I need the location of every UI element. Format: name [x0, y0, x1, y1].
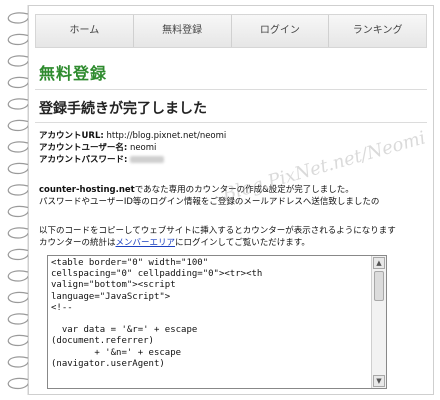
spiral-ring [7, 291, 29, 304]
spiral-ring [7, 119, 29, 132]
account-url-row: アカウントURL: http://blog.pixnet.net/neomi [39, 130, 226, 142]
nav-item-login[interactable]: ログイン [232, 15, 330, 47]
account-info: アカウントURL: http://blog.pixnet.net/neomi ア… [39, 130, 226, 166]
code-scrollbar[interactable]: ▲ ▼ [371, 256, 386, 388]
scroll-down-arrow-icon[interactable]: ▼ [373, 375, 385, 387]
spiral-binding [7, 5, 29, 395]
account-user-row: アカウントユーザー名: neomi [39, 142, 226, 154]
completion-heading: 登録手続きが完了しました [39, 101, 207, 117]
nav-item-home[interactable]: ホーム [36, 15, 134, 47]
nav-item-ranking[interactable]: ランキング [329, 15, 426, 47]
page-title: 無料登録 [39, 64, 108, 83]
account-password-row: アカウントパスワード: [39, 154, 226, 166]
account-url-value: http://blog.pixnet.net/neomi [106, 131, 227, 141]
spiral-ring [7, 227, 29, 239]
spiral-ring [7, 162, 29, 175]
instruction-line2-after: にログインしてご覧いただけます。 [175, 238, 310, 248]
spiral-ring [7, 334, 29, 347]
spiral-ring [7, 313, 29, 325]
site-name: counter-hosting.net [39, 185, 135, 195]
instruction-line2: カウンターの統計はメンバーエリアにログインしてご覧いただけます。 [39, 237, 431, 249]
password-redacted [130, 156, 165, 163]
divider [35, 89, 427, 90]
spiral-ring [7, 76, 29, 89]
divider [35, 122, 427, 123]
account-user-value: neomi [129, 143, 157, 153]
account-user-label: アカウントユーザー名: [39, 143, 128, 153]
nav-item-register[interactable]: 無料登録 [134, 15, 232, 47]
spiral-ring [7, 98, 29, 110]
instruction-message: 以下のコードをコピーしてウェブサイトに挿入するとカウンターが表示されるようになり… [39, 225, 431, 249]
spiral-ring [7, 270, 29, 282]
code-textarea[interactable]: <table border="0" width="100" cellspacin… [47, 255, 387, 389]
scroll-up-arrow-icon[interactable]: ▲ [373, 257, 385, 269]
spiral-ring [7, 377, 29, 390]
spiral-ring [7, 205, 29, 218]
spiral-ring [7, 33, 29, 46]
spiral-ring [7, 12, 29, 24]
member-area-link[interactable]: メンバーエリア [116, 238, 176, 248]
spiral-ring [7, 55, 29, 67]
account-password-label: アカウントパスワード: [39, 155, 128, 165]
scroll-thumb[interactable] [374, 271, 384, 301]
counter-code[interactable]: <table border="0" width="100" cellspacin… [51, 258, 369, 370]
spiral-ring [7, 248, 29, 261]
spiral-ring [7, 141, 29, 153]
account-url-label: アカウントURL: [39, 131, 104, 141]
spiral-ring [7, 184, 29, 196]
spiral-ring [7, 356, 29, 368]
page-panel: ホーム 無料登録 ログイン ランキング 無料登録 登録手続きが完了しました アカ… [28, 5, 434, 395]
instruction-line1: 以下のコードをコピーしてウェブサイトに挿入するとカウンターが表示されるようになり… [39, 226, 396, 236]
nav-bar: ホーム 無料登録 ログイン ランキング [35, 14, 427, 48]
instruction-line2-before: カウンターの統計は [39, 238, 116, 248]
